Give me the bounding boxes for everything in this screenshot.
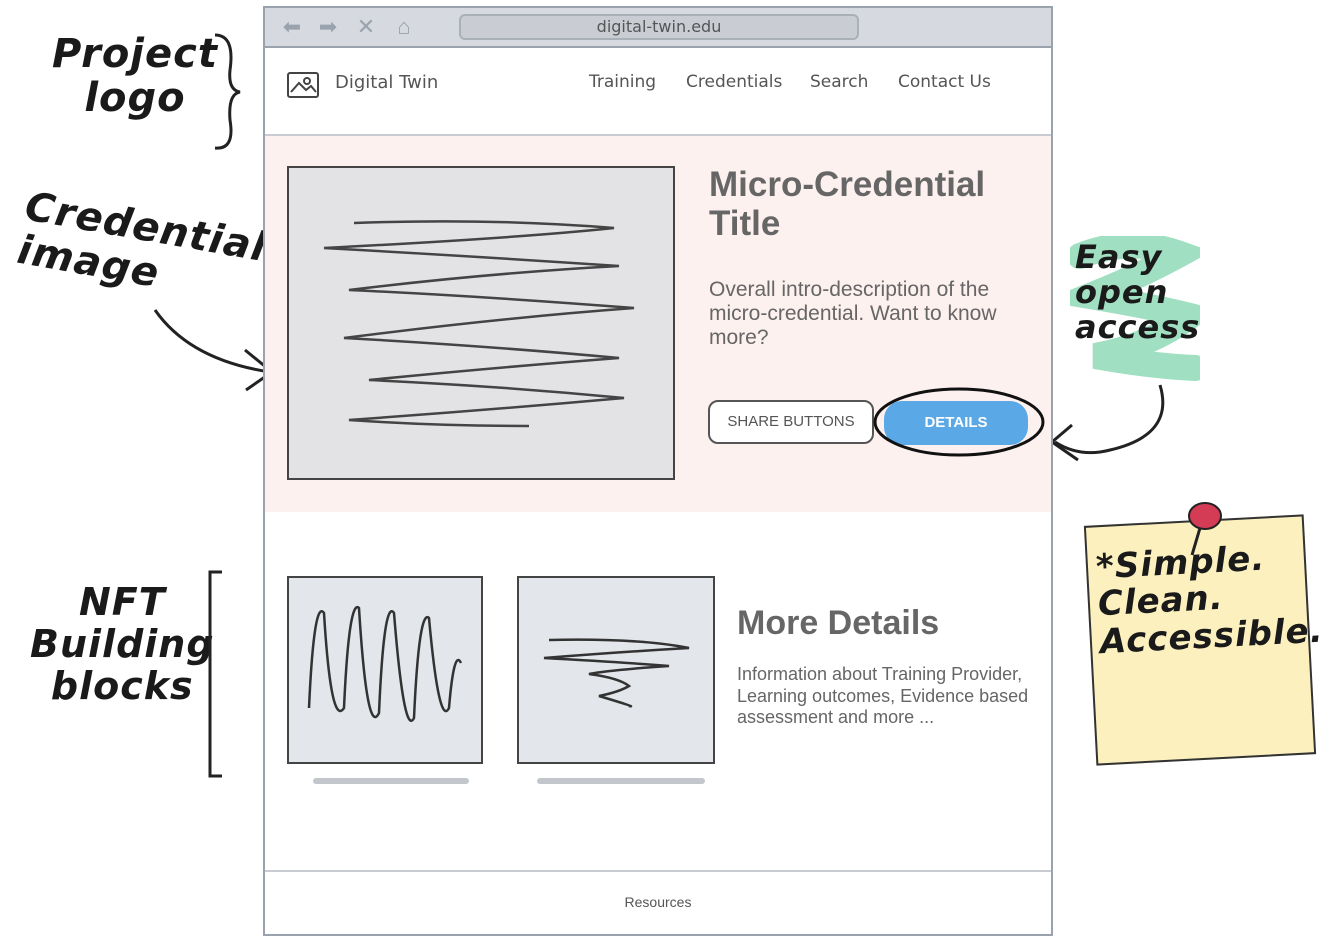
nav-credentials[interactable]: Credentials xyxy=(686,72,782,92)
nft-block-2 xyxy=(517,576,715,764)
nav-training[interactable]: Training xyxy=(589,72,656,92)
nft-block-1 xyxy=(287,576,483,764)
back-arrow-icon[interactable]: ⬅ xyxy=(281,16,303,38)
pushpin-icon xyxy=(1188,502,1222,556)
credential-title: Micro-Credential Title xyxy=(709,165,986,243)
arrow-icon xyxy=(153,309,275,392)
share-buttons-button[interactable]: SHARE BUTTONS xyxy=(708,400,874,444)
address-bar[interactable]: digital-twin.edu xyxy=(459,14,859,40)
nav-search[interactable]: Search xyxy=(810,72,868,92)
credential-image xyxy=(287,166,675,480)
more-details-title: More Details xyxy=(737,604,940,642)
shadow xyxy=(537,778,705,784)
hero-section: Micro-Credential Title Overall intro-des… xyxy=(265,136,1051,512)
circle-mark xyxy=(873,387,1045,457)
more-details-description: Information about Training Provider, Lea… xyxy=(737,664,1029,728)
curved-arrow-icon xyxy=(1049,384,1165,462)
browser-window: ⬅ ➡ ✕ ⌂ digital-twin.edu Digital Twin Tr… xyxy=(263,6,1053,936)
shadow xyxy=(313,778,469,784)
image-icon[interactable] xyxy=(287,72,319,98)
forward-arrow-icon[interactable]: ➡ xyxy=(317,16,339,38)
site-header: Digital Twin Training Credentials Search… xyxy=(265,48,1051,136)
home-icon[interactable]: ⌂ xyxy=(393,16,415,38)
footer-resources-link[interactable]: Resources xyxy=(265,870,1051,934)
annotation-credential-image: Credential image xyxy=(14,183,270,297)
brace-icon xyxy=(214,33,241,150)
annotation-easy-open-access: Easy open access xyxy=(1075,238,1201,347)
annotation-project-logo: Project logo xyxy=(52,31,218,121)
close-icon[interactable]: ✕ xyxy=(355,16,377,38)
site-logo-text[interactable]: Digital Twin xyxy=(335,72,438,93)
annotation-nft-blocks: NFT Building blocks xyxy=(30,580,215,708)
nav-contact-us[interactable]: Contact Us xyxy=(898,72,991,92)
bracket-icon xyxy=(208,570,222,778)
credential-description: Overall intro-description of the micro-c… xyxy=(709,278,997,350)
browser-toolbar: ⬅ ➡ ✕ ⌂ digital-twin.edu xyxy=(265,8,1051,48)
